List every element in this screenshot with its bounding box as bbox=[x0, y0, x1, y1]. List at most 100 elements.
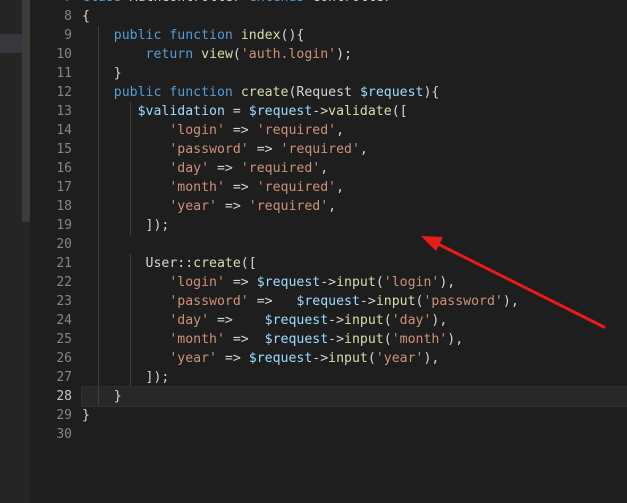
line-number: 27 bbox=[56, 370, 72, 385]
indent-guide bbox=[98, 216, 99, 235]
indent-guide bbox=[130, 368, 131, 387]
code-text: 'login' => $request->input('login'), bbox=[169, 275, 456, 290]
line-number: 9 bbox=[64, 28, 72, 43]
code-line[interactable]: 'day' => 'required', bbox=[82, 159, 627, 178]
line-number: 14 bbox=[56, 123, 72, 138]
indent-guide bbox=[130, 254, 131, 273]
code-area[interactable]: class AuthController extends Controller {… bbox=[81, 0, 627, 444]
line-number: 23 bbox=[56, 294, 72, 309]
code-text: class AuthController extends Controller bbox=[82, 0, 392, 5]
line-number: 11 bbox=[56, 66, 72, 81]
indent-guide bbox=[98, 235, 99, 254]
code-text: ]); bbox=[82, 370, 170, 385]
code-line[interactable]: 'password' => $request->input('password'… bbox=[82, 292, 627, 311]
code-text: User::create([ bbox=[82, 256, 257, 271]
code-line[interactable]: 'login' => 'required', bbox=[82, 121, 627, 140]
line-number: 17 bbox=[56, 180, 72, 195]
line-number: 16 bbox=[56, 161, 72, 176]
code-line[interactable]: public function index(){ bbox=[82, 26, 627, 45]
line-number: 22 bbox=[56, 275, 72, 290]
line-number-gutter: 7 8 9 10 11 12 13 14 15 16 17 18 19 20 21 22 23 24 25 26 27 2… bbox=[30, 0, 72, 444]
code-text: 'password' => 'required', bbox=[169, 142, 368, 157]
code-line[interactable]: 'login' => $request->input('login'), bbox=[82, 273, 627, 292]
indent-guide bbox=[130, 292, 131, 311]
line-number: 10 bbox=[56, 47, 72, 62]
code-text: } bbox=[82, 389, 122, 404]
indent-guide bbox=[98, 368, 99, 387]
line-number: 19 bbox=[56, 218, 72, 233]
indent-guide bbox=[130, 178, 131, 197]
indent-guide bbox=[98, 292, 99, 311]
code-line[interactable]: public function create(Request $request)… bbox=[82, 83, 627, 102]
line-number: 7 bbox=[30, 0, 72, 7]
indent-guide bbox=[130, 102, 131, 121]
code-line[interactable]: ]); bbox=[82, 368, 627, 387]
code-line[interactable]: 'password' => 'required', bbox=[82, 140, 627, 159]
indent-guide bbox=[130, 159, 131, 178]
code-text: 'month' => $request->input('month'), bbox=[169, 332, 464, 347]
indent-guide bbox=[130, 330, 131, 349]
code-line[interactable]: User::create([ bbox=[82, 254, 627, 273]
indent-guide bbox=[98, 26, 99, 45]
indent-guide bbox=[98, 311, 99, 330]
code-line[interactable]: } bbox=[82, 406, 627, 425]
code-text: } bbox=[82, 408, 90, 423]
code-line[interactable]: ]); bbox=[82, 216, 627, 235]
code-text: return view('auth.login'); bbox=[145, 47, 353, 62]
indent-guide bbox=[130, 216, 131, 235]
side-scrollbar[interactable] bbox=[22, 0, 30, 222]
indent-guide bbox=[130, 311, 131, 330]
code-text: 'day' => $request->input('day'), bbox=[169, 313, 448, 328]
code-line[interactable]: } bbox=[82, 64, 627, 83]
code-line[interactable]: 'day' => $request->input('day'), bbox=[82, 311, 627, 330]
line-number: 30 bbox=[56, 427, 72, 442]
code-editor: 7 8 9 10 11 12 13 14 15 16 17 18 19 20 21 22 23 24 25 26 27 2… bbox=[0, 0, 627, 503]
indent-guide bbox=[98, 178, 99, 197]
code-text: 'password' => $request->input('password'… bbox=[169, 294, 519, 309]
indent-guide bbox=[130, 273, 131, 292]
indent-guide bbox=[98, 83, 99, 102]
code-line[interactable]: 'year' => $request->input('year'), bbox=[82, 349, 627, 368]
code-line[interactable]: $validation = $request->validate([ bbox=[82, 102, 627, 121]
code-line[interactable]: } bbox=[81, 386, 627, 407]
indent-guide bbox=[98, 349, 99, 368]
code-text: ]); bbox=[82, 218, 170, 233]
indent-guide bbox=[98, 273, 99, 292]
code-text: public function create(Request $request)… bbox=[113, 85, 440, 100]
code-text: 'day' => 'required', bbox=[169, 161, 329, 176]
code-text: public function index(){ bbox=[113, 28, 305, 43]
code-line[interactable]: { bbox=[82, 7, 627, 26]
line-number: 20 bbox=[56, 237, 72, 252]
line-number: 25 bbox=[56, 332, 72, 347]
code-text: } bbox=[82, 66, 122, 81]
code-text: 'login' => 'required', bbox=[169, 123, 345, 138]
line-number: 18 bbox=[56, 199, 72, 214]
indent-guide bbox=[98, 254, 99, 273]
indent-guide bbox=[98, 45, 99, 64]
indent-guide bbox=[98, 387, 99, 406]
line-number: 8 bbox=[64, 9, 72, 24]
line-number: 28 bbox=[56, 389, 72, 404]
code-line[interactable]: return view('auth.login'); bbox=[82, 45, 627, 64]
code-text: 'month' => 'required', bbox=[169, 180, 345, 195]
code-line[interactable] bbox=[82, 425, 627, 444]
indent-guide bbox=[98, 197, 99, 216]
code-line[interactable]: 'month' => 'required', bbox=[82, 178, 627, 197]
indent-guide bbox=[98, 159, 99, 178]
code-line[interactable] bbox=[82, 235, 627, 254]
indent-guide bbox=[130, 121, 131, 140]
indent-guide bbox=[98, 102, 99, 121]
code-text: { bbox=[82, 9, 90, 24]
code-line[interactable]: class AuthController extends Controller bbox=[82, 0, 627, 7]
code-line[interactable]: 'year' => 'required', bbox=[82, 197, 627, 216]
line-number: 12 bbox=[56, 85, 72, 100]
line-number: 15 bbox=[56, 142, 72, 157]
indent-guide bbox=[98, 64, 99, 83]
activity-panel bbox=[0, 0, 30, 503]
indent-guide bbox=[98, 330, 99, 349]
line-number: 13 bbox=[56, 104, 72, 119]
line-number: 24 bbox=[56, 313, 72, 328]
code-line[interactable]: 'month' => $request->input('month'), bbox=[82, 330, 627, 349]
line-number: 21 bbox=[56, 256, 72, 271]
indent-guide bbox=[130, 140, 131, 159]
